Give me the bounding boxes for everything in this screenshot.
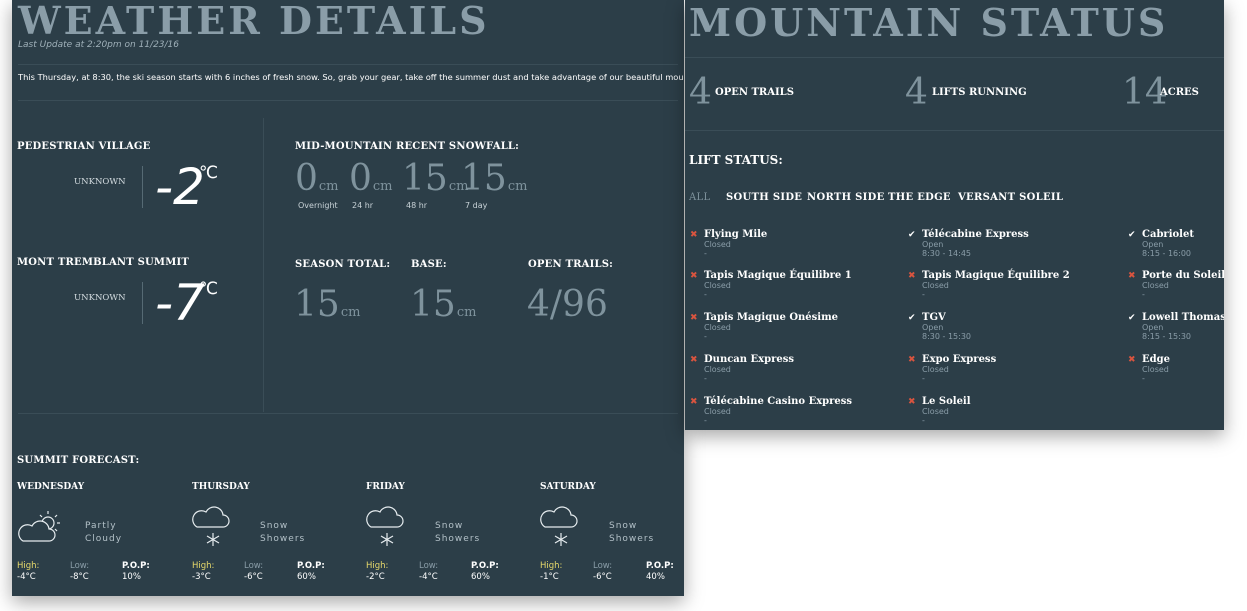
low-label: Low: <box>593 561 613 571</box>
tab-all[interactable]: ALL <box>689 192 710 203</box>
tab-north-side[interactable]: NORTH SIDE <box>807 192 885 203</box>
mountain-title: MOUNTAIN STATUS <box>689 0 1169 45</box>
open-trails-count: 4 <box>689 72 712 113</box>
tab-the-edge[interactable]: THE EDGE <box>888 192 951 203</box>
summit-temp-unit: ℃ <box>199 279 219 299</box>
closed-icon: ✖ <box>908 397 916 407</box>
weather-title: WEATHER DETAILS <box>18 0 490 43</box>
high-label: High: <box>540 561 563 571</box>
closed-icon: ✖ <box>690 271 698 281</box>
snow-showers-icon <box>366 504 410 550</box>
open-trails-stat-label: OPEN TRAILS <box>715 87 794 98</box>
high-value: -4°C <box>17 572 36 582</box>
announcement: This Thursday, at 8:30, the ski season s… <box>18 72 684 82</box>
snowfall-overnight-label: Overnight <box>298 201 338 210</box>
low-label: Low: <box>244 561 264 571</box>
lifts-running-stat-label: LIFTS RUNNING <box>932 87 1027 98</box>
check-icon: ✔ <box>1128 313 1136 323</box>
acres-stat-label: ACRES <box>1160 87 1199 98</box>
village-label: PEDESTRIAN VILLAGE <box>17 141 151 152</box>
open-trails-value: 4/96 <box>527 284 608 325</box>
pop-value: 40% <box>646 572 665 582</box>
snow-showers-icon <box>540 504 584 550</box>
forecast-desc: Partly Cloudy <box>85 521 123 544</box>
snowfall-label: MID-MOUNTAIN RECENT SNOWFALL: <box>295 141 520 152</box>
forecast-desc: Snow Showers <box>260 521 306 544</box>
partly-cloudy-icon <box>17 508 63 546</box>
tab-versant-soleil[interactable]: VERSANT SOLEIL <box>958 192 1063 203</box>
forecast-day-thursday: THURSDAY <box>192 482 250 492</box>
open-trails-label: OPEN TRAILS: <box>528 259 614 270</box>
season-total-value: 15cm <box>294 284 361 325</box>
forecast-desc: Snow Showers <box>435 521 481 544</box>
pop-value: 60% <box>297 572 316 582</box>
low-value: -8°C <box>70 572 89 582</box>
low-label: Low: <box>70 561 90 571</box>
high-value: -3°C <box>192 572 211 582</box>
forecast-label: SUMMIT FORECAST: <box>17 455 140 466</box>
snowfall-7day-label: 7 day <box>465 201 488 210</box>
forecast-day-friday: FRIDAY <box>366 482 405 492</box>
snowfall-24hr-label: 24 hr <box>352 201 374 210</box>
high-label: High: <box>366 561 389 571</box>
closed-icon: ✖ <box>908 355 916 365</box>
summit-label: MONT TREMBLANT SUMMIT <box>17 257 189 268</box>
closed-icon: ✖ <box>690 313 698 323</box>
lift-status-label: LIFT STATUS: <box>689 153 783 167</box>
mountain-status-panel: MOUNTAIN STATUS 4 OPEN TRAILS 4 LIFTS RU… <box>685 0 1224 430</box>
summit-condition: UNKNOWN <box>74 293 126 303</box>
village-temp-unit: ℃ <box>199 163 219 183</box>
snowfall-24hr-value: 0cm <box>349 158 393 199</box>
lifts-running-count: 4 <box>905 72 928 113</box>
closed-icon: ✖ <box>690 230 698 240</box>
check-icon: ✔ <box>908 230 916 240</box>
pop-label: P.O.P: <box>471 561 499 571</box>
snow-showers-icon <box>192 504 236 550</box>
snowfall-48hr-label: 48 hr <box>406 201 428 210</box>
high-value: -1°C <box>540 572 559 582</box>
last-update: Last Update at 2:20pm on 11/23/16 <box>18 40 180 50</box>
pop-value: 60% <box>471 572 490 582</box>
closed-icon: ✖ <box>690 397 698 407</box>
low-value: -4°C <box>419 572 438 582</box>
village-condition: UNKNOWN <box>74 177 126 187</box>
summit-temp: -7 <box>155 274 205 332</box>
closed-icon: ✖ <box>1128 355 1136 365</box>
check-icon: ✔ <box>908 313 916 323</box>
pop-value: 10% <box>122 572 141 582</box>
snowfall-48hr-value: 15cm <box>402 158 469 199</box>
high-value: -2°C <box>366 572 385 582</box>
forecast-desc: Snow Showers <box>609 521 655 544</box>
season-total-label: SEASON TOTAL: <box>295 259 391 270</box>
snowfall-overnight-value: 0cm <box>295 158 339 199</box>
tab-south-side[interactable]: SOUTH SIDE <box>726 192 802 203</box>
check-icon: ✔ <box>1128 230 1136 240</box>
base-label: BASE: <box>411 259 447 270</box>
snowfall-7day-value: 15cm <box>461 158 528 199</box>
pop-label: P.O.P: <box>646 561 674 571</box>
pop-label: P.O.P: <box>122 561 150 571</box>
closed-icon: ✖ <box>1128 271 1136 281</box>
closed-icon: ✖ <box>690 355 698 365</box>
low-label: Low: <box>419 561 439 571</box>
pop-label: P.O.P: <box>297 561 325 571</box>
closed-icon: ✖ <box>908 271 916 281</box>
base-value: 15cm <box>410 284 477 325</box>
high-label: High: <box>17 561 40 571</box>
village-temp: -2 <box>155 158 205 216</box>
forecast-day-wednesday: WEDNESDAY <box>17 482 85 492</box>
low-value: -6°C <box>244 572 263 582</box>
weather-details-panel: WEATHER DETAILS Last Update at 2:20pm on… <box>12 0 684 596</box>
high-label: High: <box>192 561 215 571</box>
forecast-day-saturday: SATURDAY <box>540 482 596 492</box>
low-value: -6°C <box>593 572 612 582</box>
